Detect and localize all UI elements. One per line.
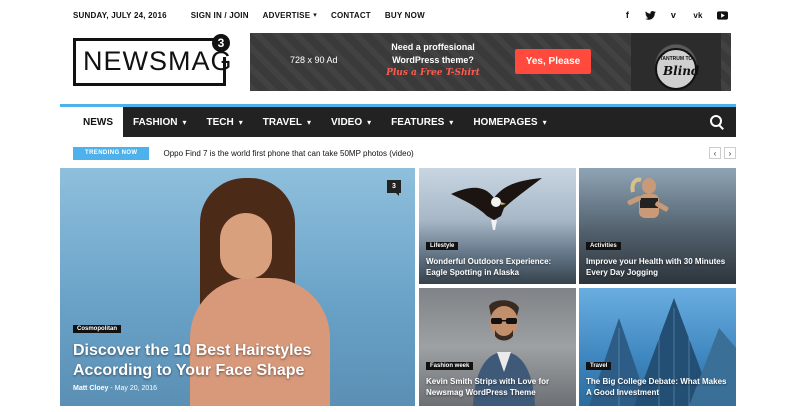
chevron-down-icon: ▾	[542, 117, 547, 127]
comment-count-badge[interactable]: 3	[387, 180, 401, 196]
trending-label: TRENDING NOW	[73, 146, 150, 160]
logo-text: NEWSMAG	[83, 46, 233, 76]
next-arrow-icon[interactable]: ›	[724, 147, 736, 159]
advertise-link[interactable]: ADVERTISE ▾	[263, 11, 317, 20]
featured-post-tile[interactable]: Fashion week Kevin Smith Strips with Lov…	[419, 288, 576, 406]
trending-headline[interactable]: Oppo Find 7 is the world first phone tha…	[163, 149, 413, 158]
buy-now-label: BUY NOW	[384, 10, 425, 20]
nav-item-travel[interactable]: TRAVEL ▾	[253, 107, 321, 137]
chevron-down-icon: ▾	[182, 117, 187, 127]
top-bar: SUNDAY, JULY 24, 2016 SIGN IN / JOIN ADV…	[73, 0, 728, 30]
nav-label: TRAVEL	[262, 116, 302, 128]
post-title[interactable]: Improve your Health with 30 Minutes Ever…	[586, 256, 731, 278]
featured-main-post[interactable]: 3 Cosmopolitan Discover the 10 Best Hair…	[60, 168, 415, 406]
chevron-down-icon: ▾	[306, 117, 311, 127]
buy-now-link[interactable]: BUY NOW	[385, 11, 425, 20]
seal-script-text: Blind	[663, 64, 700, 78]
main-nav: NEWS FASHION ▾ TECH ▾ TRAVEL ▾ VIDEO ▾ FEATU…	[73, 107, 736, 137]
nav-item-fashion[interactable]: FASHION ▾	[123, 107, 196, 137]
tshirt-seal: TANTRUM TO Blind	[655, 48, 700, 90]
nav-item-video[interactable]: VIDEO ▾	[321, 107, 381, 137]
site-logo[interactable]: NEWSMAG 3	[73, 34, 233, 86]
contact-link[interactable]: CONTACT	[331, 11, 371, 20]
nav-label: VIDEO	[331, 116, 363, 128]
chevron-down-icon: ▾	[313, 12, 317, 19]
category-badge[interactable]: Fashion week	[426, 362, 474, 370]
social-links: f v vk	[622, 10, 728, 21]
ad-size-label: 728 x 90 Ad	[290, 55, 338, 65]
category-badge[interactable]: Activities	[586, 242, 621, 250]
post-title[interactable]: Wonderful Outdoors Experience: Eagle Spo…	[426, 256, 571, 278]
youtube-icon[interactable]	[717, 10, 728, 21]
nav-label: HOMEPAGES	[473, 116, 538, 128]
ad-cta-button[interactable]: Yes, Please	[515, 49, 591, 74]
contact-label: CONTACT	[330, 10, 371, 20]
trending-arrows: ‹ ›	[709, 147, 736, 159]
vk-icon[interactable]: vk	[691, 10, 705, 21]
nav-label: FEATURES	[391, 116, 445, 128]
post-author[interactable]: Matt Cloey	[73, 385, 108, 392]
ad-pitch-line1: Need a proffesional	[391, 42, 475, 52]
trending-bar: TRENDING NOW Oppo Find 7 is the world fi…	[73, 144, 736, 162]
chevron-down-icon: ▾	[238, 117, 243, 127]
post-title[interactable]: The Big College Debate: What Makes A Goo…	[586, 376, 731, 398]
ad-banner[interactable]: 728 x 90 Ad Need a proffesional WordPres…	[250, 33, 731, 91]
nav-label: TECH	[206, 116, 234, 128]
category-badge[interactable]: Cosmopolitan	[73, 325, 121, 333]
tshirt-image: TANTRUM TO Blind	[631, 33, 721, 91]
post-date: May 20, 2016	[114, 385, 158, 392]
featured-post-tile[interactable]: Activities Improve your Health with 30 M…	[579, 168, 736, 284]
post-title[interactable]: Kevin Smith Strips with Love for Newsmag…	[426, 376, 571, 398]
ad-pitch: Need a proffesional WordPress theme? Plu…	[378, 41, 488, 80]
twitter-icon[interactable]	[645, 10, 656, 21]
nav-item-news[interactable]: NEWS	[73, 107, 123, 137]
nav-item-features[interactable]: FEATURES ▾	[381, 107, 463, 137]
sign-in-link[interactable]: SIGN IN / JOIN	[191, 11, 249, 20]
advertise-label: ADVERTISE	[262, 10, 311, 20]
post-title[interactable]: Discover the 10 Best Hairstyles Accordin…	[73, 341, 353, 381]
featured-post-tile[interactable]: Lifestyle Wonderful Outdoors Experience:…	[419, 168, 576, 284]
sign-in-label: SIGN IN / JOIN	[190, 10, 249, 20]
ad-pitch-line2: WordPress theme?	[392, 55, 474, 65]
post-meta: Matt Cloey - May 20, 2016	[73, 385, 157, 392]
seal-top-text: TANTRUM TO	[659, 56, 693, 62]
vimeo-icon[interactable]: v	[668, 10, 679, 21]
meta-separator: -	[110, 385, 113, 392]
category-badge[interactable]: Travel	[586, 362, 612, 370]
prev-arrow-icon[interactable]: ‹	[709, 147, 721, 159]
logo-badge: 3	[212, 34, 230, 52]
chevron-down-icon: ▾	[449, 117, 454, 127]
facebook-icon[interactable]: f	[622, 10, 633, 21]
nav-label: NEWS	[83, 116, 113, 128]
eagle-photo	[451, 178, 542, 230]
nav-label: FASHION	[133, 116, 178, 128]
current-date: SUNDAY, JULY 24, 2016	[73, 10, 167, 20]
nav-item-tech[interactable]: TECH ▾	[196, 107, 252, 137]
ad-pitch-line3: Plus a Free T-Shirt	[386, 68, 480, 78]
photo-face	[220, 213, 272, 279]
runner-photo	[627, 177, 669, 218]
category-badge[interactable]: Lifestyle	[426, 242, 459, 250]
chevron-down-icon: ▾	[367, 117, 372, 127]
nav-item-homepages[interactable]: HOMEPAGES ▾	[463, 107, 556, 137]
featured-post-tile[interactable]: Travel The Big College Debate: What Make…	[579, 288, 736, 406]
search-icon[interactable]	[710, 115, 724, 129]
